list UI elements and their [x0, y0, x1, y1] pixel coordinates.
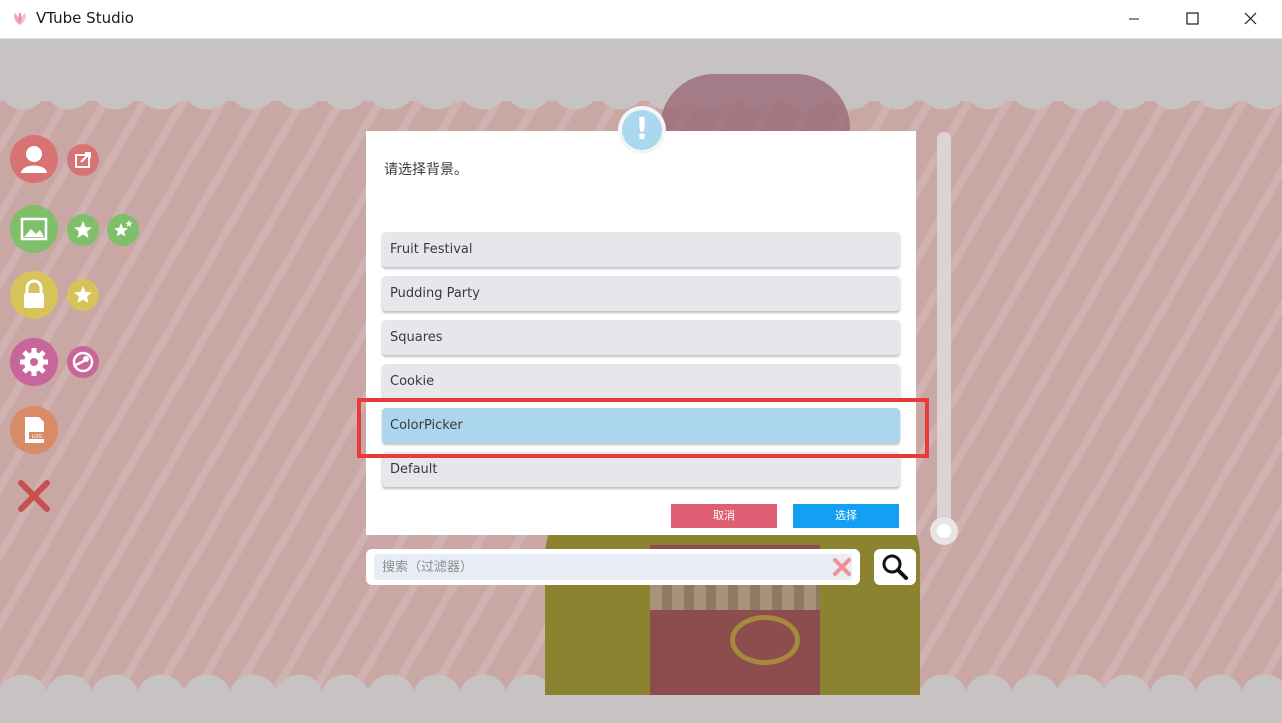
slider-handle-dot [937, 524, 951, 538]
background-select-dialog: 请选择背景。 Fruit Festival Pudding Party Squa… [366, 131, 916, 535]
search-button[interactable] [874, 549, 916, 585]
favorite-lock-button[interactable] [67, 279, 99, 311]
minimize-button[interactable] [1105, 0, 1163, 38]
share-icon [75, 152, 91, 168]
exclamation-glyph: ! [635, 112, 649, 147]
lock-icon [24, 279, 44, 308]
cancel-button[interactable]: 取消 [671, 504, 777, 528]
model-button[interactable] [10, 135, 58, 183]
close-window-button[interactable] [1221, 0, 1279, 38]
maximize-button[interactable] [1163, 0, 1221, 38]
steam-button[interactable] [67, 346, 99, 378]
search-input[interactable] [374, 554, 852, 580]
clear-search-button[interactable] [832, 557, 852, 577]
settings-button[interactable] [10, 338, 58, 386]
option-fruit-festival[interactable]: Fruit Festival [382, 232, 900, 267]
stars-icon [114, 220, 133, 237]
background-button[interactable] [10, 205, 58, 253]
dialog-message: 请选择背景。 [384, 162, 468, 178]
search-bar [366, 549, 860, 585]
character-knot [730, 615, 800, 665]
exit-button[interactable] [16, 478, 52, 514]
svg-text:LOG: LOG [32, 434, 43, 440]
favorites-button[interactable] [107, 214, 139, 246]
gear-icon [20, 348, 48, 376]
zoom-slider-handle[interactable] [930, 517, 958, 545]
app-logo-icon [14, 12, 26, 25]
option-pudding-party[interactable]: Pudding Party [382, 276, 900, 311]
log-button[interactable]: LOG [10, 406, 58, 454]
favorite-background-button[interactable] [67, 214, 99, 246]
star-icon [74, 221, 92, 238]
exclamation-icon: ! [622, 110, 662, 150]
magnifier-icon [882, 554, 908, 580]
highlight-box [357, 398, 929, 458]
option-cookie[interactable]: Cookie [382, 364, 900, 399]
steam-icon [72, 351, 94, 373]
person-icon [21, 146, 47, 173]
window-title: VTube Studio [36, 9, 134, 27]
alert-badge: ! [618, 106, 666, 154]
minimize-icon [1129, 18, 1139, 20]
star-icon [74, 286, 92, 303]
x-icon [18, 480, 50, 512]
log-icon: LOG [25, 417, 45, 443]
option-squares[interactable]: Squares [382, 320, 900, 355]
bottom-cloud-border [0, 697, 1282, 723]
share-model-button[interactable] [67, 144, 99, 176]
zoom-slider-track[interactable] [937, 132, 951, 532]
lock-button[interactable] [10, 271, 58, 319]
maximize-icon [1186, 12, 1199, 25]
select-button[interactable]: 选择 [793, 504, 899, 528]
character-hair [660, 74, 850, 134]
title-bar: VTube Studio [0, 0, 1282, 39]
clear-x-icon [833, 558, 851, 576]
image-icon [20, 217, 48, 241]
close-icon [1244, 12, 1257, 25]
